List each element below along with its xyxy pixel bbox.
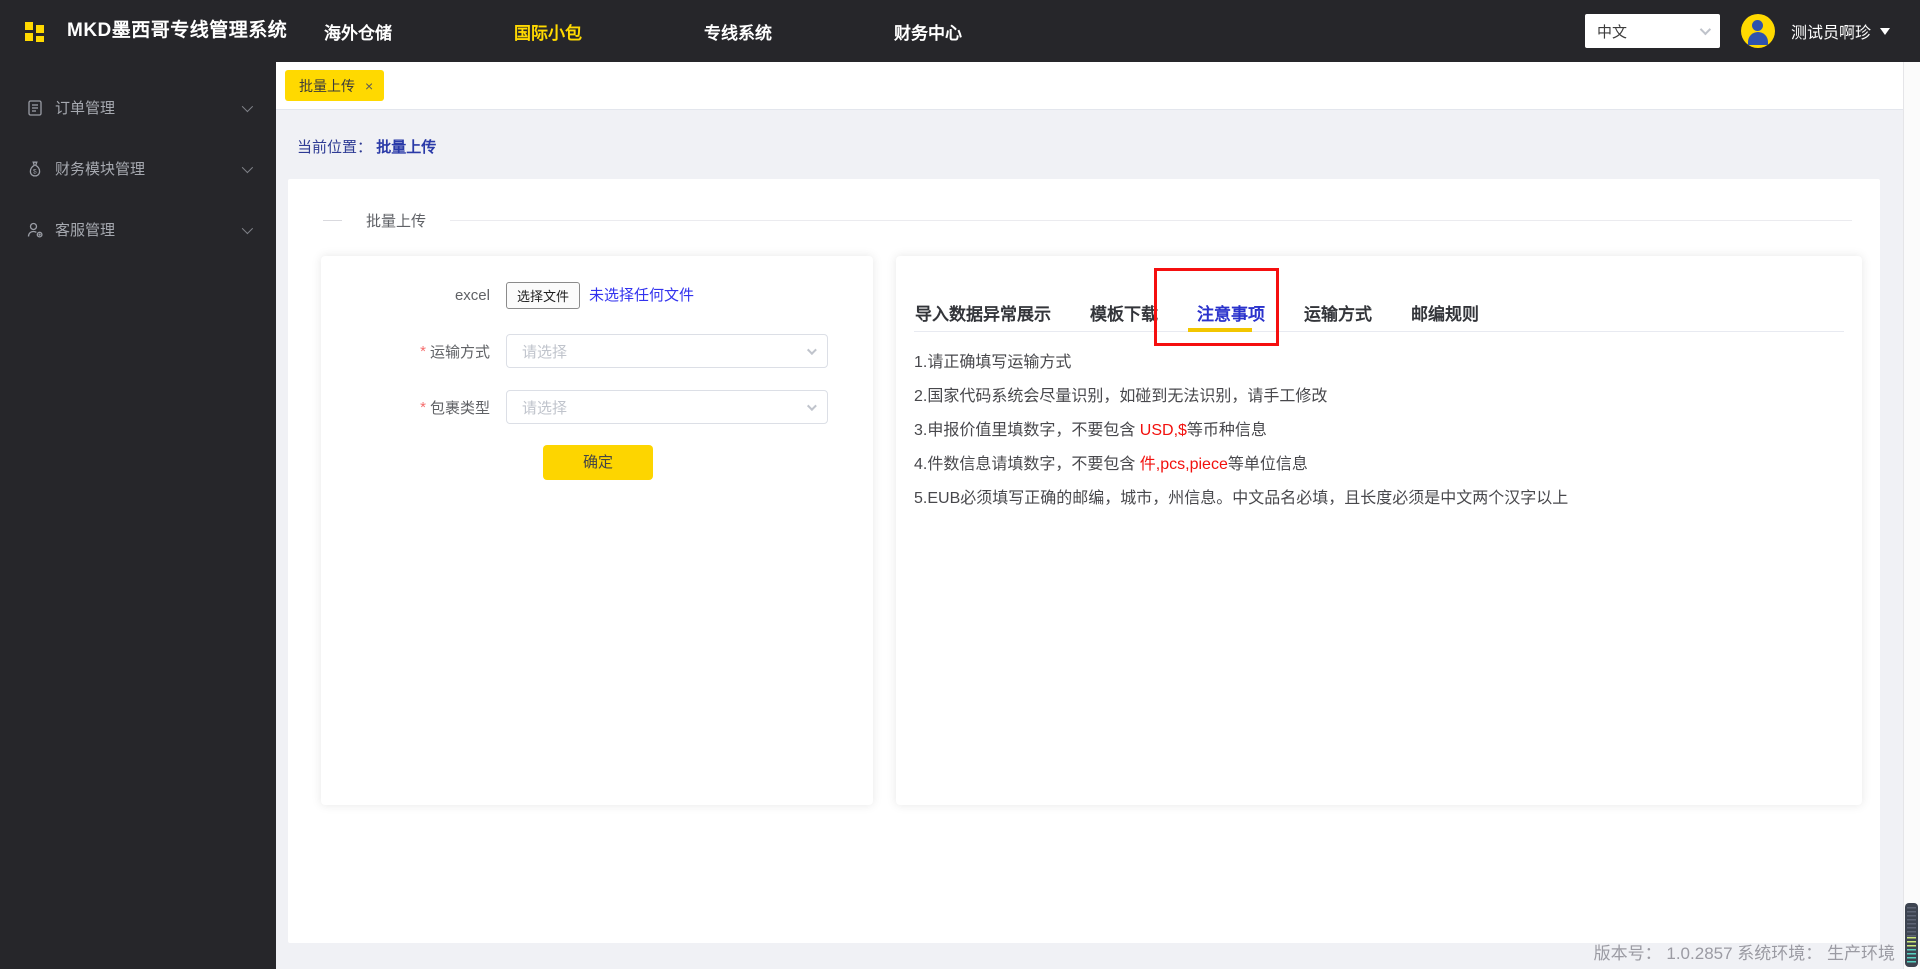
info-tabs: 导入数据异常展示 模板下载 注意事项 运输方式 邮编规则 <box>915 300 1479 325</box>
section-title: 批量上传 <box>366 212 427 230</box>
nav-item-dedicated-line[interactable]: 专线系统 <box>704 19 772 44</box>
excel-label: excel <box>454 287 490 304</box>
chevron-down-icon <box>241 222 254 234</box>
caret-down-icon <box>1880 28 1890 40</box>
select-placeholder: 请选择 <box>522 343 568 361</box>
package-type-label: * 包裹类型 <box>420 398 490 417</box>
note-item: 2.国家代码系统会尽量识别，如碰到无法识别，请手工修改 <box>914 388 1328 405</box>
upload-form-panel: excel 选择文件 未选择任何文件 * 运输方式 请选择 * 包裹类型 请选择… <box>321 256 873 805</box>
sidebar-item-customer-service[interactable]: 客服管理 <box>0 199 276 260</box>
tabs-underline <box>914 331 1844 332</box>
shipping-method-select[interactable]: 请选择 <box>506 334 828 368</box>
choose-file-button[interactable]: 选择文件 <box>506 282 580 309</box>
navbar-right-group: 中文 测试员啊珍 <box>1584 0 1890 62</box>
package-type-select[interactable]: 请选择 <box>506 390 828 424</box>
scrollbar-thumb[interactable] <box>1905 903 1918 967</box>
sidebar-item-label: 客服管理 <box>55 222 116 239</box>
notes-list: 1.请正确填写运输方式 2.国家代码系统会尽量识别，如碰到无法识别，请手工修改 … <box>914 346 1568 516</box>
customer-service-icon <box>27 222 43 238</box>
nav-item-international-parcel[interactable]: 国际小包 <box>514 19 582 44</box>
main-content: 批量上传 × 当前位置： 批量上传 批量上传 excel 选择文件 未选择任何文… <box>276 62 1920 969</box>
note-item: 3.申报价值里填数字，不要包含 USD,$等币种信息 <box>914 422 1267 439</box>
note-item: 4.件数信息请填数字，不要包含 件,pcs,piece等单位信息 <box>914 456 1308 473</box>
language-select-value: 中文 <box>1596 23 1627 41</box>
sidebar-item-order-management[interactable]: 订单管理 <box>0 77 276 138</box>
nav-item-overseas-warehouse[interactable]: 海外仓储 <box>324 19 392 44</box>
sidebar-item-label: 订单管理 <box>55 100 116 117</box>
open-tabs-bar: 批量上传 × <box>276 62 1920 110</box>
avatar[interactable] <box>1740 14 1775 48</box>
scrollbar-track[interactable] <box>1903 62 1920 969</box>
chevron-down-icon <box>806 400 817 411</box>
excel-file-row: excel 选择文件 未选择任何文件 <box>321 282 873 309</box>
shipping-method-label: * 运输方式 <box>420 342 490 361</box>
top-menu: 海外仓储 国际小包 专线系统 财务中心 <box>324 0 962 62</box>
version-footer: 版本号： 1.0.2857 系统环境： 生产环境 <box>1593 944 1895 963</box>
tab-label: 批量上传 <box>299 77 355 94</box>
sidebar-item-label: 财务模块管理 <box>55 161 146 178</box>
divider <box>450 219 1852 221</box>
tab-template-download[interactable]: 模板下载 <box>1090 300 1158 325</box>
required-mark: * <box>420 398 426 416</box>
close-icon[interactable]: × <box>365 78 373 94</box>
info-panel: 导入数据异常展示 模板下载 注意事项 运输方式 邮编规则 1.请正确填写运输方式… <box>896 256 1862 805</box>
note-item: 5.EUB必须填写正确的邮编，城市，州信息。中文品名必填，且长度必须是中文两个汉… <box>914 490 1569 507</box>
batch-upload-card: 批量上传 excel 选择文件 未选择任何文件 * 运输方式 请选择 * 包裹类… <box>288 179 1880 943</box>
chevron-down-icon <box>241 161 254 173</box>
tab-import-data-errors[interactable]: 导入数据异常展示 <box>915 300 1051 325</box>
order-document-icon <box>28 99 42 116</box>
required-mark: * <box>420 342 426 360</box>
active-tab-indicator <box>1188 328 1252 332</box>
breadcrumb-current[interactable]: 批量上传 <box>376 139 436 156</box>
money-bag-icon: $ <box>29 161 41 177</box>
top-navbar: MKD墨西哥专线管理系统 海外仓储 国际小包 专线系统 财务中心 中文 测试员啊… <box>0 0 1920 62</box>
tab-batch-upload[interactable]: 批量上传 × <box>285 70 385 101</box>
chevron-down-icon <box>241 100 254 112</box>
package-type-row: * 包裹类型 请选择 <box>321 390 873 424</box>
apps-grid-icon[interactable] <box>25 22 44 42</box>
tab-shipping-method[interactable]: 运输方式 <box>1304 300 1372 325</box>
shipping-method-row: * 运输方式 请选择 <box>321 334 873 368</box>
breadcrumb-prefix: 当前位置： <box>297 139 373 156</box>
user-icon <box>1752 20 1764 31</box>
user-menu[interactable]: 测试员啊珍 <box>1791 19 1871 43</box>
sidebar-item-finance-module[interactable]: $ 财务模块管理 <box>0 138 276 199</box>
file-status-text: 未选择任何文件 <box>589 287 695 304</box>
section-header: 批量上传 <box>323 210 1852 230</box>
select-placeholder: 请选择 <box>522 399 568 417</box>
app-title: MKD墨西哥专线管理系统 <box>67 20 288 41</box>
svg-text:$: $ <box>33 168 37 175</box>
chevron-down-icon <box>1699 23 1712 36</box>
sidebar: 订单管理 $ 财务模块管理 客服管理 <box>0 62 276 969</box>
note-item: 1.请正确填写运输方式 <box>914 354 1072 371</box>
confirm-button[interactable]: 确定 <box>543 445 653 480</box>
chevron-down-icon <box>806 344 817 355</box>
tab-notes[interactable]: 注意事项 <box>1197 300 1265 325</box>
language-select[interactable]: 中文 <box>1584 14 1720 48</box>
divider <box>323 219 342 221</box>
tab-postcode-rules[interactable]: 邮编规则 <box>1411 300 1479 325</box>
nav-item-finance-center[interactable]: 财务中心 <box>894 19 962 44</box>
breadcrumb: 当前位置： 批量上传 <box>297 136 436 157</box>
